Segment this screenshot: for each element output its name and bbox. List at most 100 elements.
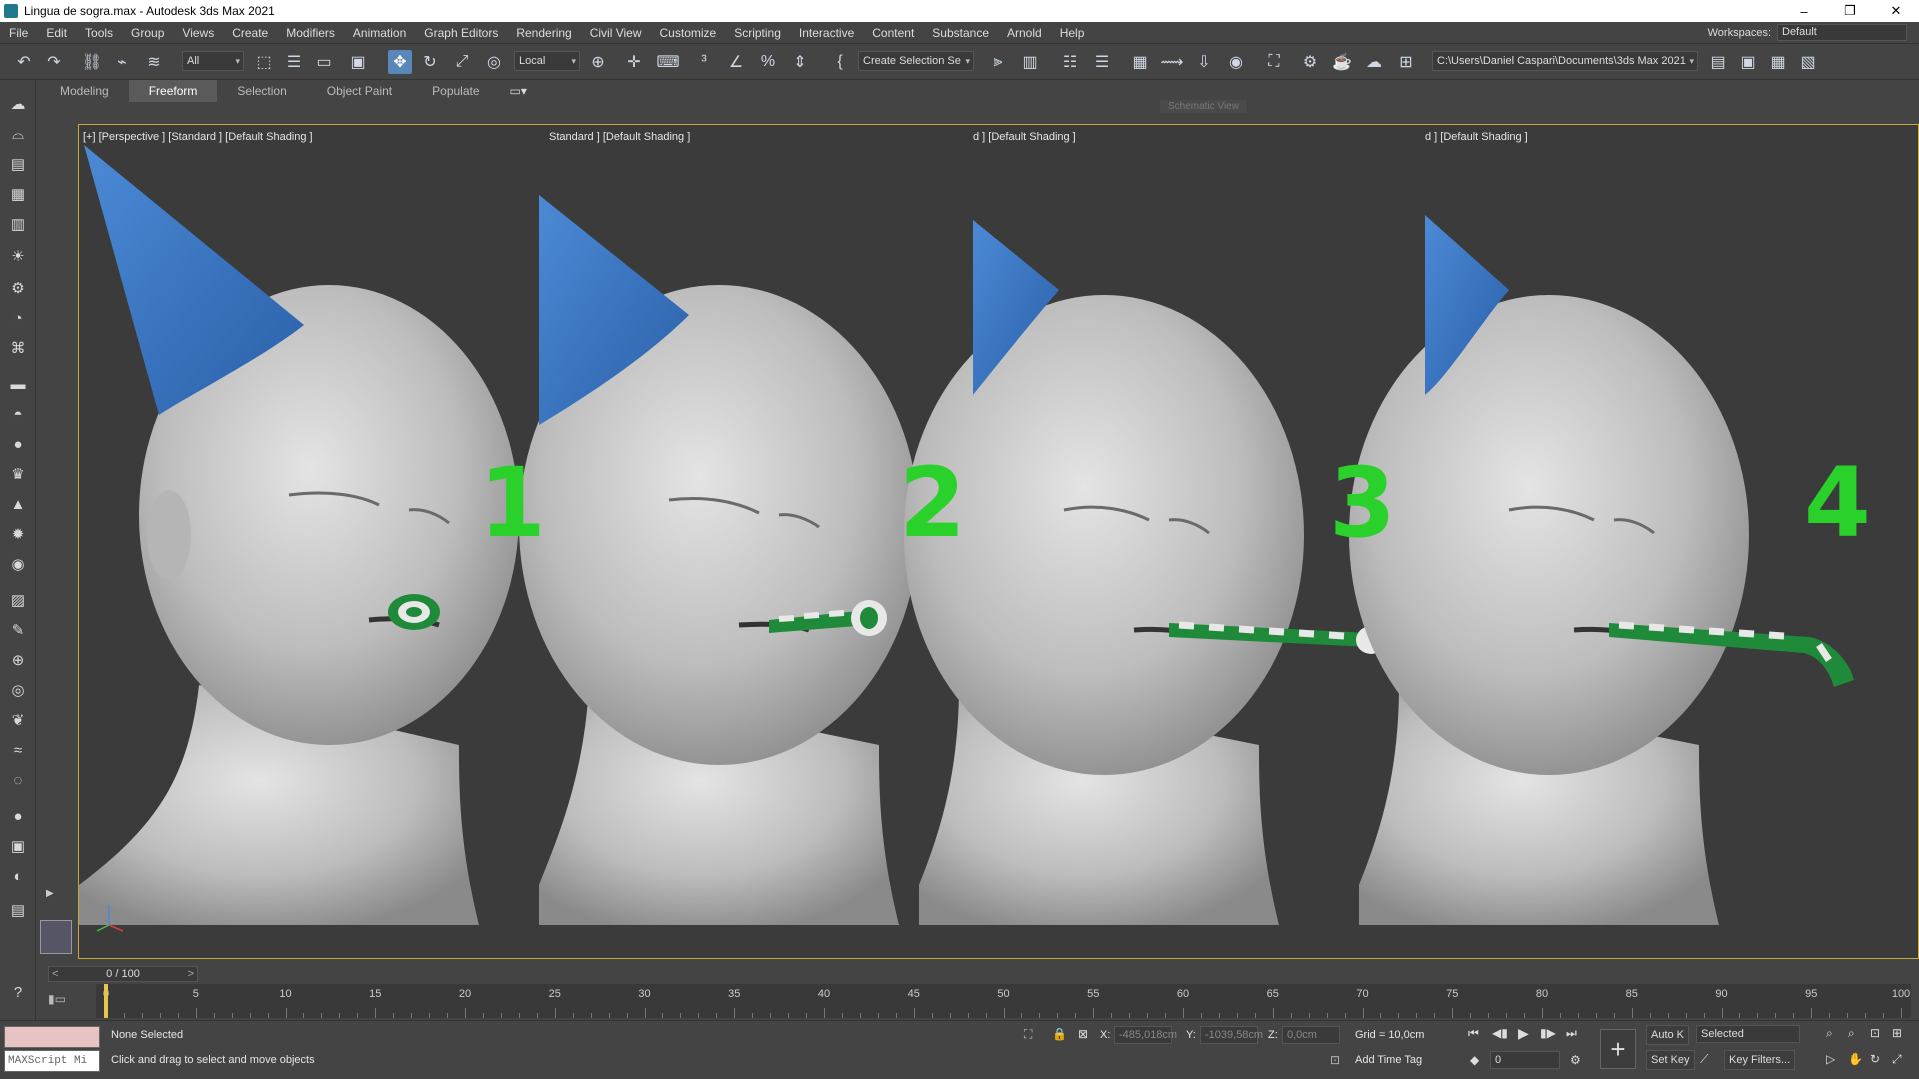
select-manipulate-icon[interactable]: ✛ [622,50,646,74]
swirl-icon[interactable]: ◌ [6,768,30,792]
viewport[interactable]: [+] [Perspective ] [Standard ] [Default … [78,124,1919,959]
play-icon[interactable]: ▶ [1518,1025,1529,1042]
workspace-dropdown[interactable]: Default [1777,24,1907,41]
menu-views[interactable]: Views [173,26,223,40]
time-slider-prev[interactable]: < [52,967,58,981]
tab-selection[interactable]: Selection [217,80,306,102]
preview-icon[interactable]: ◐ [6,864,30,888]
zoom-icon[interactable]: ⌕ [1826,1026,1833,1041]
zoom-all-icon[interactable]: ⌕ [1848,1026,1855,1041]
spacewarp-icon[interactable]: ◔ [6,306,30,330]
tab-modeling[interactable]: Modeling [40,80,129,102]
menu-create[interactable]: Create [223,26,277,40]
schematic-view-icon[interactable]: ⟿ [1160,50,1184,74]
redo-icon[interactable]: ↷ [42,50,66,74]
viewport-thumbnail[interactable] [40,920,72,954]
zoom-extents-all-icon[interactable]: ⊞ [1892,1026,1902,1040]
crown-icon[interactable]: ♛ [6,462,30,486]
named-selection-dropdown[interactable]: Create Selection Se [858,51,974,71]
maxscript-mini-input[interactable]: MAXScript Mi [4,1050,100,1072]
compass-icon[interactable]: ⊕ [6,648,30,672]
current-frame-field[interactable]: 0 [1490,1051,1560,1069]
place-icon[interactable]: ◎ [482,50,506,74]
project-folder-icon[interactable]: ▤ [1706,50,1730,74]
percent-snap-icon[interactable]: % [756,50,780,74]
render-production-icon[interactable]: ⚙ [1298,50,1322,74]
menu-arnold[interactable]: Arnold [998,26,1051,40]
add-time-tag[interactable]: Add Time Tag [1355,1054,1422,1066]
menu-help[interactable]: Help [1051,26,1094,40]
minimize-button[interactable]: – [1781,0,1827,22]
material-editor-icon[interactable]: ⇩ [1192,50,1216,74]
angle-snap-icon[interactable]: ∠ [724,50,748,74]
render-iterative-icon[interactable]: ☕ [1330,50,1354,74]
light-icon[interactable]: ☀ [6,244,30,268]
menu-customize[interactable]: Customize [651,26,726,40]
help-icon[interactable]: ? [6,980,30,1004]
curve-editor-icon[interactable]: ▦ [1128,50,1152,74]
expand-arrow-icon[interactable]: ▶ [46,888,54,899]
project-path-dropdown[interactable]: C:\Users\Daniel Caspari\Documents\3ds Ma… [1432,51,1698,71]
z-coordinate[interactable]: 0,0cm [1282,1026,1340,1044]
display-icon[interactable]: ▥ [6,212,30,236]
isolate-icon[interactable]: ⛶ [1024,1027,1032,1042]
bind-space-warp-icon[interactable]: ≋ [142,50,166,74]
ribbon-options-icon[interactable]: ▭▾ [510,84,527,98]
timeline-current-frame-marker[interactable] [104,984,108,1018]
reference-coord-dropdown[interactable]: Local [514,51,580,71]
rotate-icon[interactable]: ↻ [418,50,442,74]
brush-icon[interactable]: ✎ [6,618,30,642]
sphere-icon[interactable]: ● [6,432,30,456]
menu-edit[interactable]: Edit [37,26,76,40]
globe-icon[interactable]: ◎ [6,678,30,702]
key-selection-dropdown[interactable]: Selected [1696,1025,1800,1043]
timeline-track[interactable]: 0510152025303540455055606570758085909510… [96,984,1911,1018]
time-config-icon[interactable]: ⚙ [1570,1053,1581,1067]
render-setup-icon[interactable]: ◉ [1224,50,1248,74]
open-explorer-icon[interactable]: ▦ [1766,50,1790,74]
time-tag-icon[interactable]: ⊡ [1330,1053,1340,1067]
select-object-icon[interactable]: ⬚ [252,50,276,74]
set-key-big-icon[interactable]: + [1600,1029,1636,1069]
menu-tools[interactable]: Tools [76,26,122,40]
maxscript-listener[interactable] [4,1026,100,1048]
select-by-name-icon[interactable]: ☰ [282,50,306,74]
close-button[interactable]: ✕ [1873,0,1919,22]
auto-key-button[interactable]: Auto K [1646,1025,1690,1045]
mirror-icon[interactable]: ⫸ [986,50,1010,74]
tab-freeform[interactable]: Freeform [128,80,218,102]
render-icon[interactable]: ▣ [6,834,30,858]
key-tangent-icon[interactable]: ⟋ [1700,1052,1708,1067]
modify-icon[interactable]: ⌓ [6,122,30,146]
pivot-center-icon[interactable]: ⊕ [586,50,610,74]
undo-icon[interactable]: ↶ [12,50,36,74]
time-slider[interactable]: < 0 / 100 > [48,966,198,982]
terrain-icon[interactable]: ▨ [6,588,30,612]
prev-frame-icon[interactable]: ◀▮ [1492,1026,1508,1040]
layer-explorer-icon[interactable]: ☷ [1058,50,1082,74]
plane-icon[interactable]: ▬ [6,372,30,396]
unlink-icon[interactable]: ⌁ [110,50,134,74]
spinner-snap-icon[interactable]: ⇕ [788,50,812,74]
zoom-extents-icon[interactable]: ⊡ [1870,1026,1880,1040]
dome-icon[interactable]: ◓ [6,402,30,426]
absolute-mode-icon[interactable]: ⊠ [1078,1027,1088,1041]
orbit-icon[interactable]: ↻ [1870,1052,1880,1066]
snaps-toggle-icon[interactable]: ³ [692,50,716,74]
menu-file[interactable]: File [0,26,37,40]
move-icon[interactable]: ✥ [388,50,412,74]
menu-rendering[interactable]: Rendering [507,26,580,40]
time-slider-next[interactable]: > [188,967,194,981]
ribbon-toggle-icon[interactable]: ☰ [1090,50,1114,74]
create-icon[interactable]: ☁ [6,92,30,116]
x-coordinate[interactable]: -485,018cm [1114,1026,1177,1044]
y-coordinate[interactable]: -1039,58cm [1200,1026,1263,1044]
key-mode-icon[interactable]: ◆ [1470,1053,1479,1067]
align-icon[interactable]: ▥ [1018,50,1042,74]
rendered-frame-icon[interactable]: ⛶ [1262,50,1286,74]
menu-interactive[interactable]: Interactive [790,26,863,40]
keyboard-shortcut-icon[interactable]: ⌨ [656,50,680,74]
menu-content[interactable]: Content [863,26,923,40]
scene-explorer-icon[interactable]: ▧ [1796,50,1820,74]
pan-icon[interactable]: ✋ [1848,1052,1863,1066]
